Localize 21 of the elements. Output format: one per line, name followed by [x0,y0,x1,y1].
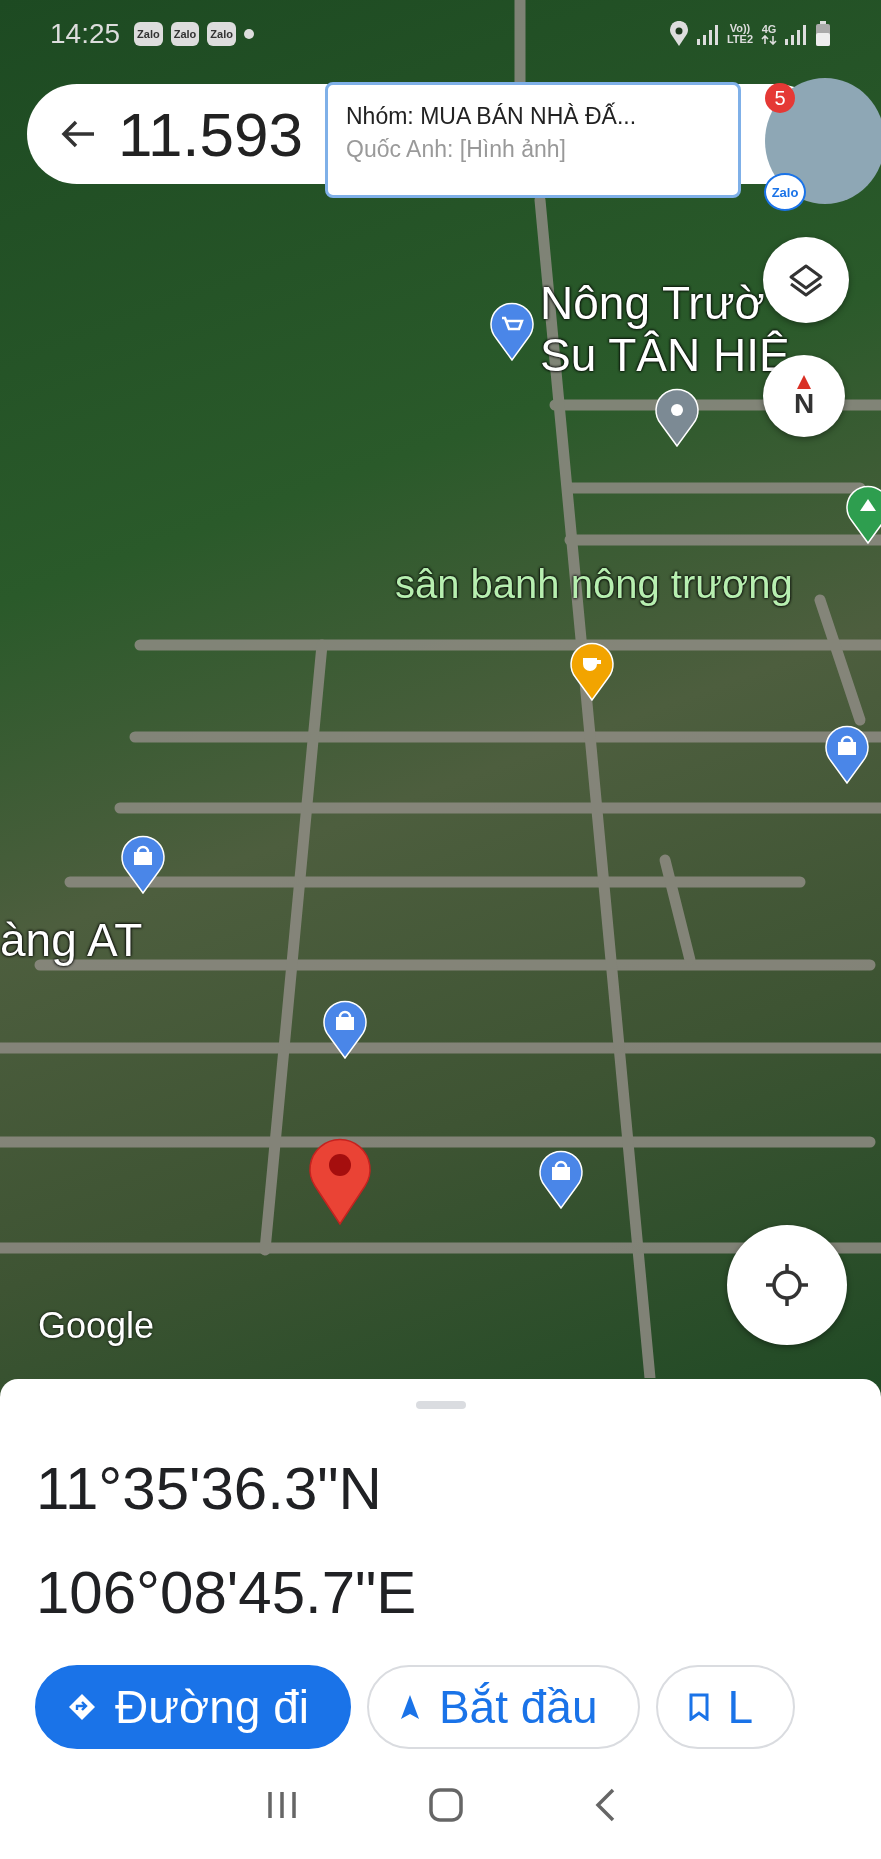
compass-label: N [793,390,815,418]
longitude-text: 106°08'45.7"E [35,1563,418,1623]
app-notification-icon: Zalo [134,22,163,46]
directions-button[interactable]: Đường đi [35,1665,351,1749]
google-attribution: Google [38,1305,155,1347]
save-button[interactable]: L [655,1665,796,1749]
map-place-label: sân banh nông trương [395,562,793,606]
start-button[interactable]: Bắt đầu [366,1665,640,1749]
map-place-label: Nông Trườ [540,278,765,329]
app-notification-icon: Zalo [170,22,200,46]
chat-notification[interactable]: Nhóm: MUA BÁN NHÀ ĐẤ... Quốc Anh: [Hình ảnh] [325,82,741,198]
lte-indicator: LTE2 [726,34,753,45]
map-place-label: àng AT [0,915,143,966]
app-notification-icon: Zalo [207,22,236,46]
search-query: 11.593 [118,98,304,170]
clock: 14:25 [50,18,121,50]
network-type: 4G [761,23,777,35]
latitude-text: 11°35'36.3"N [35,1459,383,1519]
volte-indicator: Vo)) [729,23,751,34]
notification-message: Quốc Anh: [Hình ảnh] [346,136,567,163]
notification-title: Nhóm: MUA BÁN NHÀ ĐẤ... [346,103,638,130]
